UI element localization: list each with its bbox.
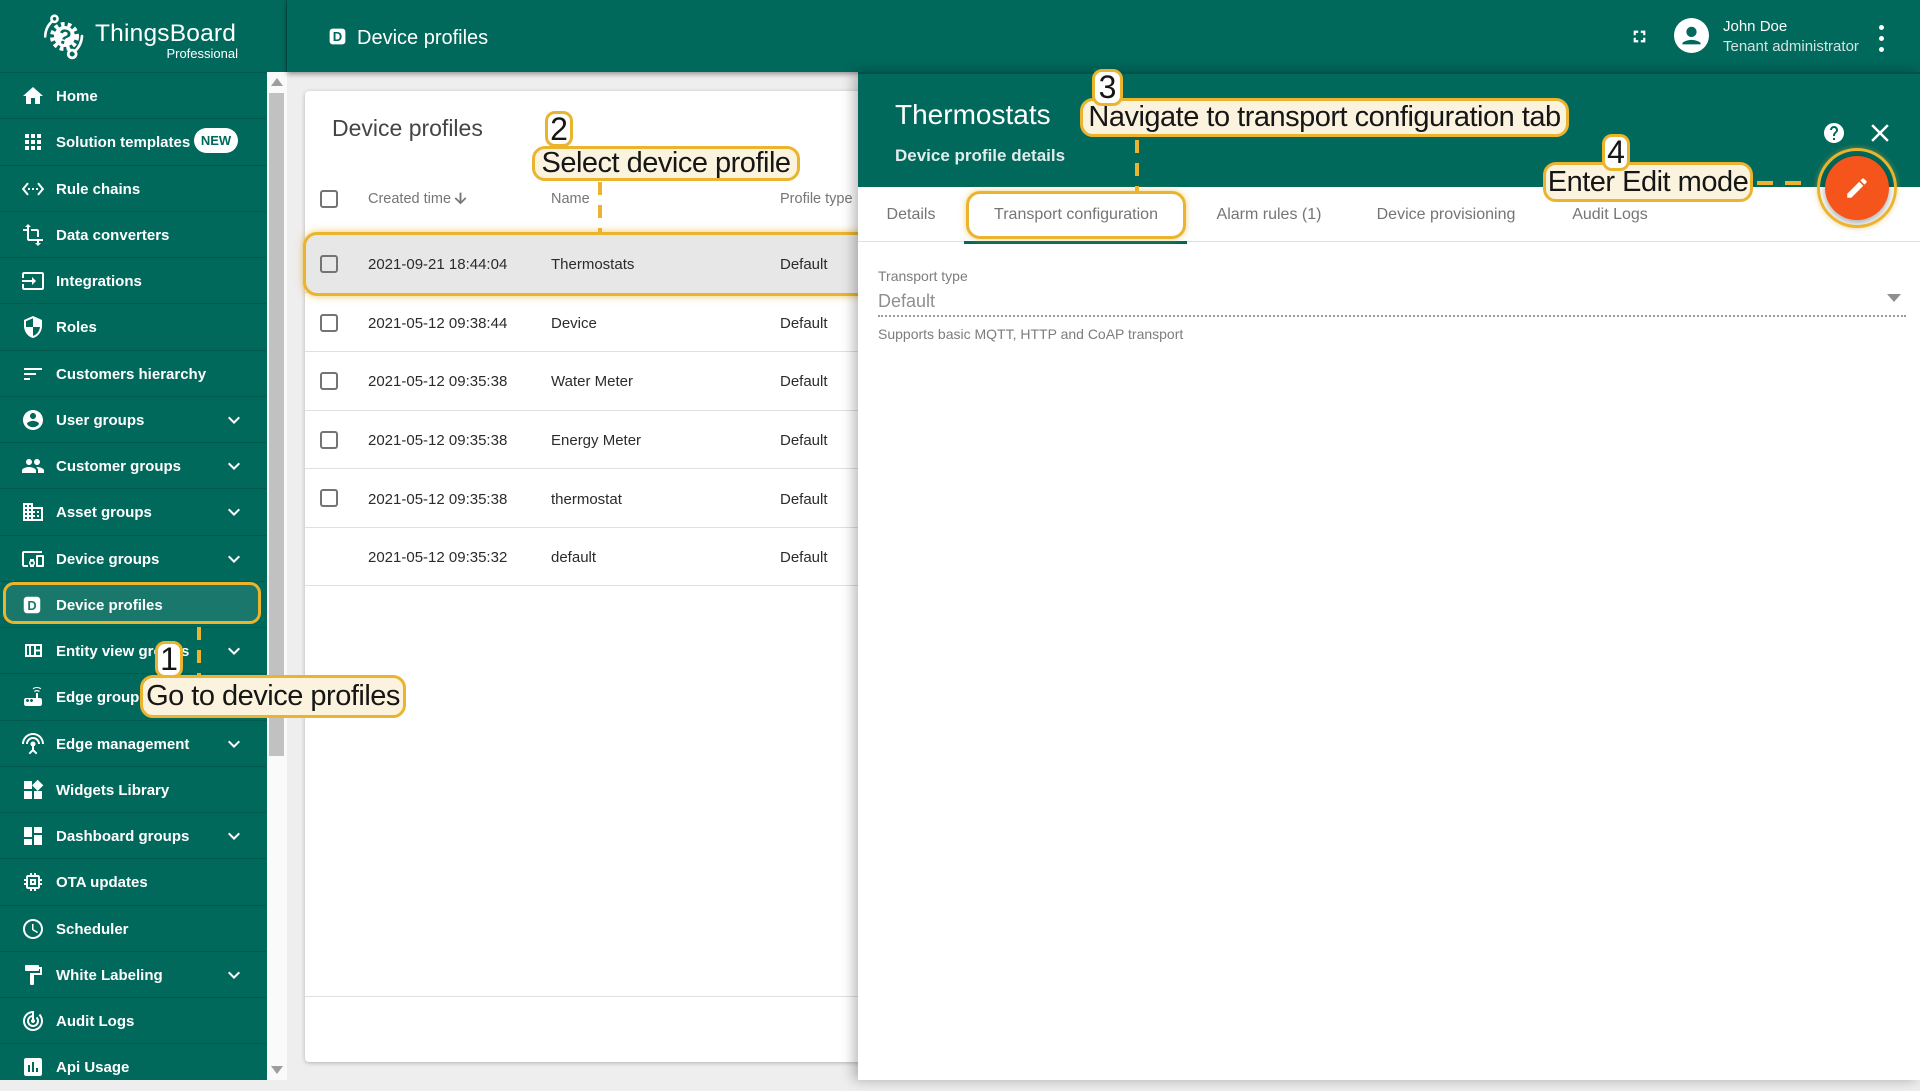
svg-text:D: D [333, 29, 342, 44]
